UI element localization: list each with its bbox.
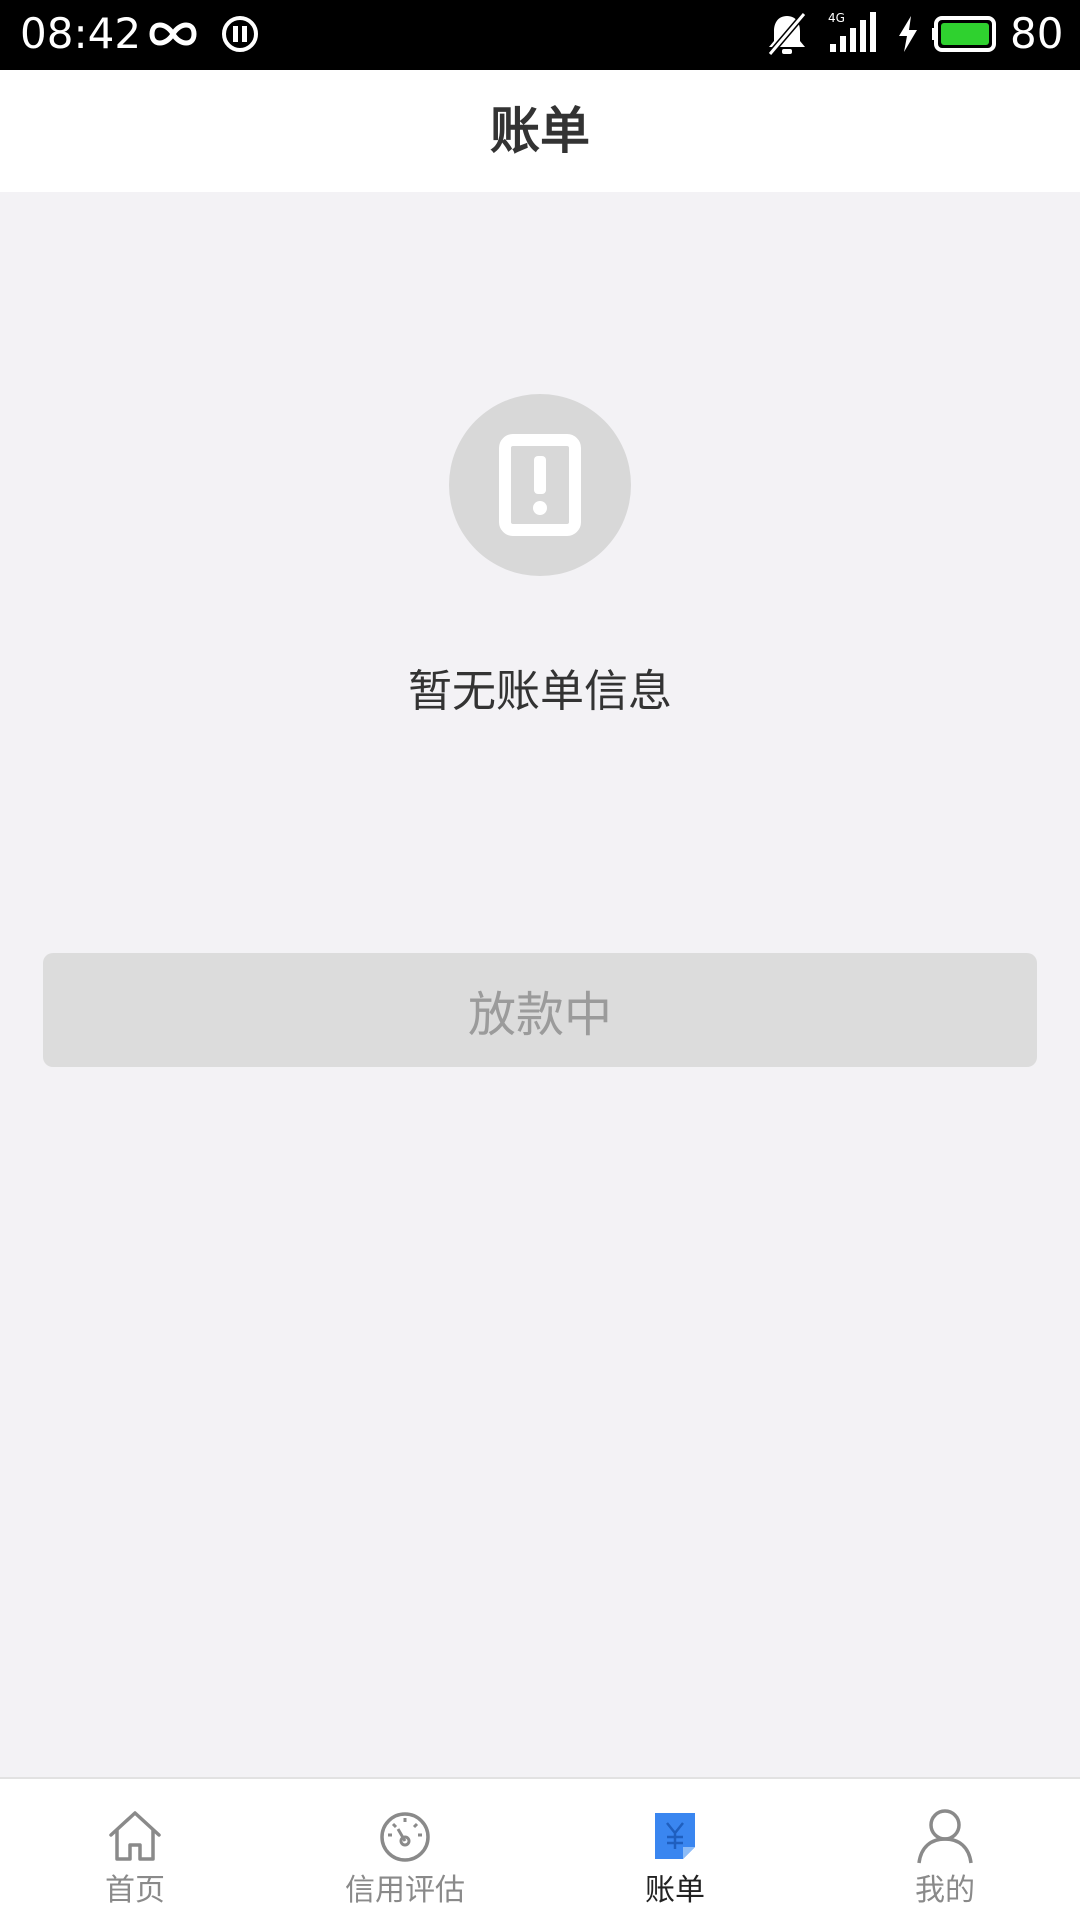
charging-bolt-icon	[896, 14, 920, 58]
tab-label: 信用评估	[345, 1873, 465, 1908]
tab-bill[interactable]: 账单	[540, 1779, 810, 1922]
app-header: 账单	[0, 70, 1080, 192]
bell-muted-icon	[766, 10, 808, 62]
tab-label: 我的	[915, 1873, 975, 1908]
network-type-label: 4G	[828, 11, 845, 25]
notice-icon	[449, 394, 631, 576]
signal-icon: 4G	[828, 10, 880, 58]
status-time: 08:42	[20, 9, 142, 58]
loop-icon	[146, 14, 200, 58]
tab-label: 首页	[105, 1873, 165, 1908]
battery-level: 80	[1010, 9, 1064, 58]
home-icon	[105, 1805, 165, 1865]
user-icon	[915, 1805, 975, 1865]
bill-icon	[645, 1805, 705, 1865]
tab-credit-assessment[interactable]: 信用评估	[270, 1779, 540, 1922]
gauge-icon	[375, 1805, 435, 1865]
tab-mine[interactable]: 我的	[810, 1779, 1080, 1922]
battery-icon	[932, 14, 1002, 58]
tab-label: 账单	[645, 1873, 705, 1908]
tab-home[interactable]: 首页	[0, 1779, 270, 1922]
loan-status-button[interactable]: 放款中	[43, 953, 1037, 1067]
bottom-tab-bar: 首页 信用评估 账单 我的	[0, 1777, 1080, 1922]
status-bar: 08:42 4G 80	[0, 0, 1080, 70]
page-title: 账单	[490, 102, 590, 160]
pause-circle-icon	[220, 14, 260, 58]
empty-state-message: 暂无账单信息	[408, 666, 672, 717]
